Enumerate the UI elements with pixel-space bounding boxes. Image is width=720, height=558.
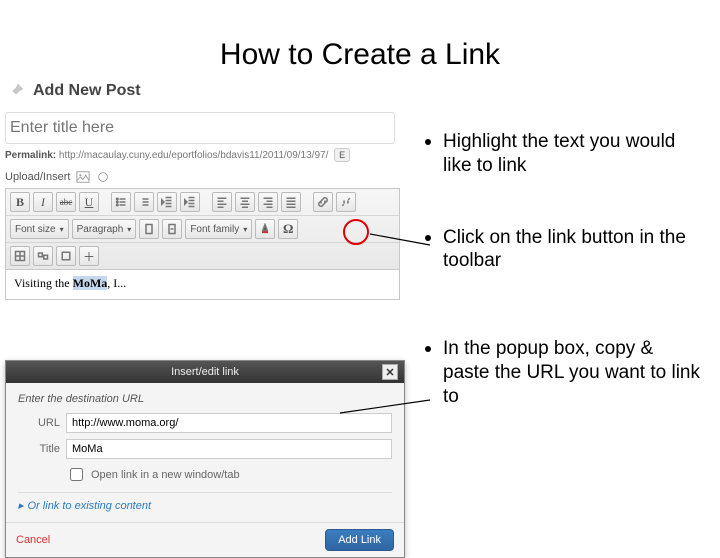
modal-titlebar: Insert/edit link ✕ bbox=[6, 361, 404, 383]
bullet-list-button[interactable] bbox=[111, 192, 131, 212]
existing-content-toggle[interactable]: ▸ Or link to existing content bbox=[18, 492, 392, 518]
strikethrough-button[interactable]: abc bbox=[56, 192, 76, 212]
cancel-button[interactable]: Cancel bbox=[16, 534, 50, 546]
url-input[interactable] bbox=[66, 413, 392, 433]
title-label: Title bbox=[18, 443, 60, 455]
align-right-button[interactable] bbox=[258, 192, 278, 212]
highlighted-text: MoMa bbox=[73, 276, 108, 290]
chevron-right-icon: ▸ bbox=[18, 499, 24, 512]
upload-insert-row: Upload/Insert bbox=[5, 170, 415, 184]
permalink-label: Permalink: bbox=[5, 150, 56, 161]
media-other-icon[interactable] bbox=[96, 170, 110, 184]
toolbar-row-3: ＋ bbox=[6, 243, 399, 269]
post-title-input[interactable] bbox=[5, 112, 395, 144]
unlink-button[interactable] bbox=[336, 192, 356, 212]
bullet-text: Click on the link button in the toolbar bbox=[443, 226, 700, 274]
table-button[interactable] bbox=[10, 246, 30, 266]
media-image-icon[interactable] bbox=[76, 170, 90, 184]
bullet-item: Highlight the text you would like to lin… bbox=[425, 130, 700, 178]
insert-link-modal: Insert/edit link ✕ Enter the destination… bbox=[5, 360, 405, 558]
content-prefix: Visiting the bbox=[14, 276, 73, 290]
toolbar-misc-2-button[interactable] bbox=[56, 246, 76, 266]
align-center-button[interactable] bbox=[235, 192, 255, 212]
permalink-row: Permalink: http://macaulay.cuny.edu/epor… bbox=[5, 148, 415, 162]
bullet-item: Click on the link button in the toolbar bbox=[425, 226, 700, 274]
toolbar-misc-1-button[interactable] bbox=[33, 246, 53, 266]
paste-button[interactable] bbox=[139, 219, 159, 239]
permalink-url: http://macaulay.cuny.edu/eportfolios/bda… bbox=[59, 150, 328, 161]
bullet-text: Highlight the text you would like to lin… bbox=[443, 130, 700, 178]
indent-button[interactable] bbox=[180, 192, 200, 212]
modal-header-text: Enter the destination URL bbox=[18, 393, 392, 405]
close-icon[interactable]: ✕ bbox=[382, 364, 398, 380]
justify-button[interactable] bbox=[281, 192, 301, 212]
bullet-list: Highlight the text you would like to lin… bbox=[425, 130, 700, 456]
pin-icon bbox=[5, 80, 27, 102]
url-label: URL bbox=[18, 417, 60, 429]
post-content-area[interactable]: Visiting the MoMa, I... bbox=[5, 270, 400, 300]
paragraph-select[interactable]: Paragraph▾ bbox=[72, 219, 137, 239]
bullet-dot-icon bbox=[425, 346, 431, 352]
toolbar-add-button[interactable]: ＋ bbox=[79, 246, 99, 266]
toolbar-row-1: B I abc U bbox=[6, 189, 399, 216]
new-tab-checkbox[interactable] bbox=[70, 468, 83, 481]
modal-title-text: Insert/edit link bbox=[171, 366, 239, 378]
italic-button[interactable]: I bbox=[33, 192, 53, 212]
slide-title: How to Create a Link bbox=[0, 38, 720, 72]
existing-content-label: Or link to existing content bbox=[28, 500, 152, 512]
toolbar-row-2: Font size▾ Paragraph▾ Font family▾ Ω bbox=[6, 216, 399, 243]
font-family-select[interactable]: Font family▾ bbox=[185, 219, 252, 239]
add-new-post-header: Add New Post bbox=[5, 80, 415, 102]
add-link-button[interactable]: Add Link bbox=[325, 529, 394, 551]
new-tab-label: Open link in a new window/tab bbox=[91, 469, 240, 481]
outdent-button[interactable] bbox=[157, 192, 177, 212]
bullet-text: In the popup box, copy & paste the URL y… bbox=[443, 337, 700, 408]
numbered-list-button[interactable] bbox=[134, 192, 154, 212]
paste-text-button[interactable] bbox=[162, 219, 182, 239]
underline-button[interactable]: U bbox=[79, 192, 99, 212]
editor-toolbar: B I abc U Font size▾ Paragraph▾ Font fam… bbox=[5, 188, 400, 270]
text-color-button[interactable] bbox=[255, 219, 275, 239]
content-suffix: , I... bbox=[107, 276, 126, 290]
font-size-select[interactable]: Font size▾ bbox=[10, 219, 69, 239]
wordpress-editor: Add New Post Permalink: http://macaulay.… bbox=[5, 80, 415, 300]
upload-insert-label: Upload/Insert bbox=[5, 171, 70, 183]
add-new-post-label: Add New Post bbox=[33, 82, 141, 100]
bullet-dot-icon bbox=[425, 139, 431, 145]
bullet-item: In the popup box, copy & paste the URL y… bbox=[425, 337, 700, 408]
permalink-edit-button[interactable]: E bbox=[334, 148, 350, 162]
special-char-button[interactable]: Ω bbox=[278, 219, 298, 239]
align-left-button[interactable] bbox=[212, 192, 232, 212]
link-button[interactable] bbox=[313, 192, 333, 212]
link-title-input[interactable] bbox=[66, 439, 392, 459]
bold-button[interactable]: B bbox=[10, 192, 30, 212]
bullet-dot-icon bbox=[425, 235, 431, 241]
